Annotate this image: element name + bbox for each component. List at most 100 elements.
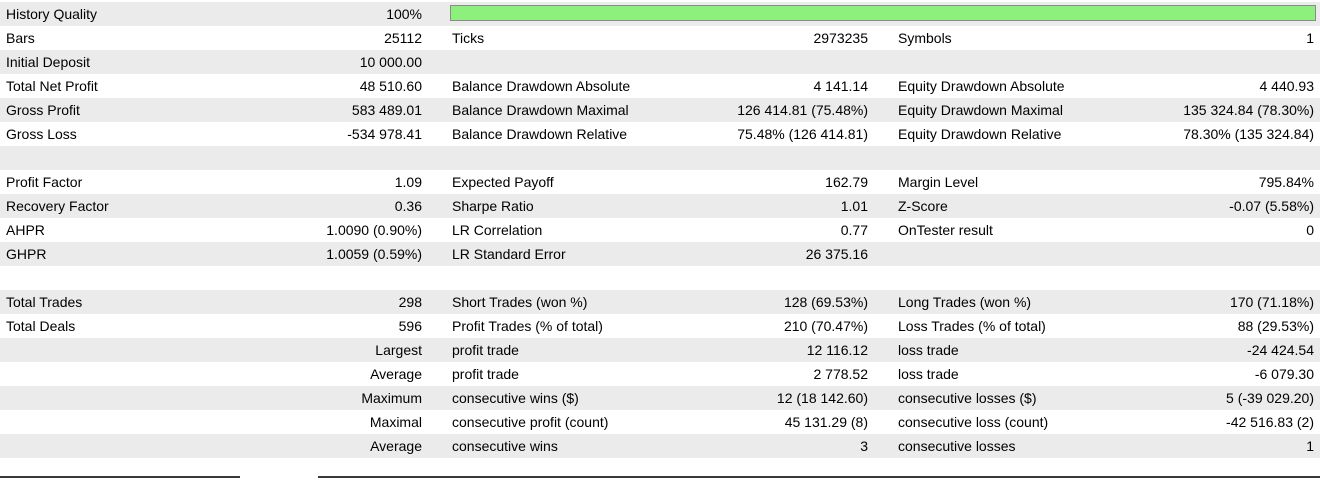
cell-label-2: consecutive wins (452, 438, 558, 454)
cell-value-2: 0.77 (840, 222, 868, 238)
table-row: AHPR 1.0090 (0.90%) LR Correlation 0.77 OnTe… (0, 218, 1320, 242)
cell-label-3: Equity Drawdown Absolute (898, 78, 1065, 94)
report-rows: Bars 25112 Ticks 2973235 Symbols 1 Initial Dep… (0, 26, 1320, 482)
history-quality-value: 100% (386, 6, 422, 22)
cell-value-1: 0.36 (394, 198, 422, 214)
cell-label-2: Balance Drawdown Maximal (452, 102, 629, 118)
cell-label-1: Profit Factor (6, 174, 83, 190)
cell-value-2: 126 414.81 (75.48%) (737, 102, 868, 118)
history-quality-label: History Quality (6, 6, 98, 22)
cell-label-3: loss trade (898, 342, 959, 358)
cell-value-2: 2 778.52 (813, 366, 869, 382)
cell-value-3: -24 424.54 (1247, 342, 1314, 358)
table-row: GHPR 1.0059 (0.59%) LR Standard Error 26 37… (0, 242, 1320, 266)
cell-label-2: consecutive wins ($) (452, 390, 579, 406)
cell-label-2: Balance Drawdown Relative (452, 126, 628, 142)
cell-value-1: 1.0090 (0.90%) (326, 222, 422, 238)
table-row: Largest profit trade 12 116.12 loss trade -2… (0, 338, 1320, 362)
cell-value-3: 0 (1306, 222, 1314, 238)
cell-label-2: profit trade (452, 342, 519, 358)
table-row (0, 458, 1320, 482)
table-row: Average profit trade 2 778.52 loss trade -6 … (0, 362, 1320, 386)
cell-value-1: 10 000.00 (359, 54, 422, 70)
cell-label-1: AHPR (6, 222, 45, 238)
cell-label-3: Margin Level (898, 174, 979, 190)
cell-value-3: 88 (29.53%) (1237, 318, 1314, 334)
cell-value-2: 128 (69.53%) (783, 294, 868, 310)
cell-value-3: 1 (1306, 438, 1314, 454)
cell-value-2: 12 (18 142.60) (776, 390, 868, 406)
cell-value-2: 210 (70.47%) (783, 318, 868, 334)
table-row (0, 146, 1320, 170)
cell-label-1: Initial Deposit (6, 54, 91, 70)
table-row: Profit Factor 1.09 Expected Payoff 162.79 Ma… (0, 170, 1320, 194)
cell-label-3: OnTester result (898, 222, 993, 238)
cell-value-2: 1.01 (840, 198, 868, 214)
table-row: Total Net Profit 48 510.60 Balance Drawdow… (0, 74, 1320, 98)
cell-label-2: Ticks (452, 30, 485, 46)
cell-value-1: 583 489.01 (351, 102, 422, 118)
history-quality-bar (450, 5, 1316, 21)
table-row: Gross Profit 583 489.01 Balance Drawdown M… (0, 98, 1320, 122)
table-row: Gross Loss -534 978.41 Balance Drawdown Re… (0, 122, 1320, 146)
cell-label-2: Expected Payoff (452, 174, 554, 190)
cell-label-1: Gross Loss (6, 126, 77, 142)
table-row: Total Deals 596 Profit Trades (% of total)… (0, 314, 1320, 338)
cell-value-3: 170 (71.18%) (1229, 294, 1314, 310)
cell-label-3: Loss Trades (% of total) (898, 318, 1046, 334)
cell-label-1: Recovery Factor (6, 198, 109, 214)
cell-value-3: 795.84% (1258, 174, 1314, 190)
cell-value-3: 78.30% (135 324.84) (1183, 126, 1314, 142)
cell-value-2: 26 375.16 (805, 246, 868, 262)
cell-label-3: Long Trades (won %) (898, 294, 1032, 310)
cell-value-2: 3 (860, 438, 868, 454)
cell-label-2: profit trade (452, 366, 519, 382)
table-row (0, 266, 1320, 290)
cell-value-1: -534 978.41 (347, 126, 422, 142)
cell-value-1: Largest (375, 342, 422, 358)
cell-value-2: 12 116.12 (806, 342, 868, 358)
cell-label-3: consecutive loss (count) (898, 414, 1049, 430)
cell-label-1: Total Trades (6, 294, 83, 310)
cell-label-1: GHPR (6, 246, 47, 262)
table-row: Total Trades 298 Short Trades (won %) 128 (… (0, 290, 1320, 314)
cell-label-1: Total Deals (6, 318, 76, 334)
cell-value-1: Maximum (361, 390, 422, 406)
cell-label-3: consecutive losses (898, 438, 1016, 454)
cell-label-3: consecutive losses ($) (898, 390, 1037, 406)
cell-label-2: Balance Drawdown Absolute (452, 78, 631, 94)
table-row: Bars 25112 Ticks 2973235 Symbols 1 (0, 26, 1320, 50)
cell-label-1: Bars (6, 30, 35, 46)
table-row: Recovery Factor 0.36 Sharpe Ratio 1.01 Z-Sco… (0, 194, 1320, 218)
cell-label-3: loss trade (898, 366, 959, 382)
cell-value-3: 5 (-39 029.20) (1226, 390, 1314, 406)
cell-value-3: 135 324.84 (78.30%) (1183, 102, 1314, 118)
cell-value-1: 48 510.60 (359, 78, 422, 94)
cell-label-3: Equity Drawdown Maximal (898, 102, 1063, 118)
cell-value-3: -42 516.83 (2) (1226, 414, 1314, 430)
cell-value-2: 4 141.14 (813, 78, 869, 94)
cell-label-2: Short Trades (won %) (452, 294, 588, 310)
cell-value-1: 1.0059 (0.59%) (326, 246, 422, 262)
history-quality-row: History Quality 100% (0, 2, 1320, 26)
cell-value-2: 2973235 (813, 30, 868, 46)
cell-value-1: Average (370, 438, 422, 454)
table-row: Initial Deposit 10 000.00 (0, 50, 1320, 74)
cell-label-2: LR Standard Error (452, 246, 566, 262)
cell-label-3: Symbols (898, 30, 952, 46)
cell-label-2: consecutive profit (count) (452, 414, 609, 430)
table-row: Average consecutive wins 3 consecutive loss… (0, 434, 1320, 458)
cell-value-1: Average (370, 366, 422, 382)
cell-label-2: LR Correlation (452, 222, 543, 238)
backtest-report-table: History Quality 100% Bars 25112 Ticks 29732… (0, 2, 1320, 482)
cell-value-1: Maximal (369, 414, 422, 430)
cell-value-3: -6 079.30 (1254, 366, 1314, 382)
cell-label-2: Sharpe Ratio (452, 198, 534, 214)
cell-label-1: Gross Profit (6, 102, 80, 118)
cell-value-1: 1.09 (394, 174, 422, 190)
cell-value-2: 162.79 (825, 174, 868, 190)
cell-label-1: Total Net Profit (6, 78, 98, 94)
table-row: Maximum consecutive wins ($) 12 (18 142.60… (0, 386, 1320, 410)
cell-value-3: 1 (1306, 30, 1314, 46)
cell-value-1: 596 (398, 318, 422, 334)
